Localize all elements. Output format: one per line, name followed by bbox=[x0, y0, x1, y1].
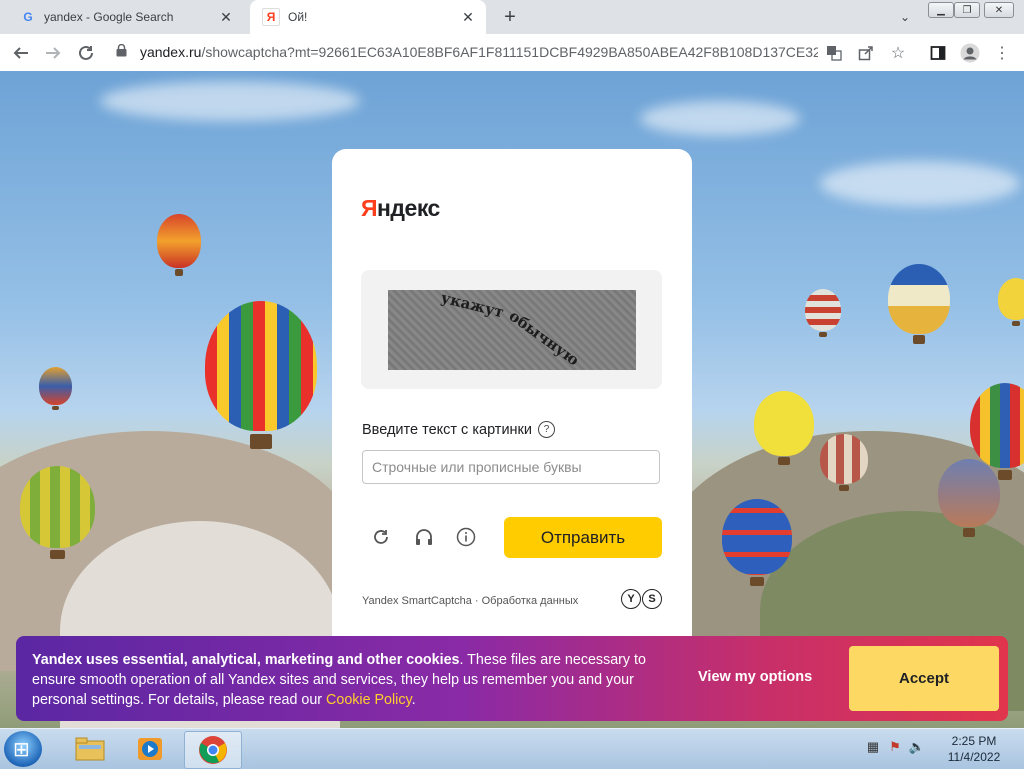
back-arrow-icon[interactable] bbox=[9, 41, 33, 65]
captcha-image-container: укажут обычную bbox=[361, 270, 662, 389]
captcha-word: обычную bbox=[506, 307, 583, 370]
browser-toolbar: yandex.ru/showcaptcha?mt=92661EC63A10E8B… bbox=[0, 34, 1024, 72]
clock-time: 2:25 PM bbox=[951, 734, 997, 748]
captcha-image: укажут обычную bbox=[388, 290, 636, 370]
yandex-favicon-icon: Я bbox=[262, 8, 280, 26]
hot-air-balloon bbox=[938, 459, 1000, 537]
tab-title: Ой! bbox=[288, 10, 308, 24]
hot-air-balloon bbox=[805, 289, 841, 337]
audio-captcha-headphones-icon[interactable] bbox=[412, 525, 436, 549]
tab-title: yandex - Google Search bbox=[44, 10, 174, 24]
tab-yandex-captcha[interactable]: Я Ой! ✕ bbox=[250, 0, 486, 34]
cloud-shape bbox=[820, 161, 1020, 206]
url-text: yandex.ru/showcaptcha?mt=92661EC63A10E8B… bbox=[139, 44, 818, 60]
captcha-prompt-label: Введите текст с картинки ? bbox=[362, 421, 555, 438]
share-icon[interactable] bbox=[854, 41, 878, 65]
close-tab-icon[interactable]: ✕ bbox=[218, 9, 234, 25]
tab-google-search[interactable]: G yandex - Google Search ✕ bbox=[8, 0, 244, 34]
submit-button[interactable]: Отправить bbox=[504, 517, 662, 558]
minimize-button[interactable]: ▁ bbox=[928, 2, 954, 18]
help-question-icon[interactable]: ? bbox=[538, 421, 555, 438]
menu-kebab-icon[interactable]: ⋮ bbox=[990, 41, 1014, 65]
bookmark-star-icon[interactable]: ☆ bbox=[886, 41, 910, 65]
translate-icon[interactable] bbox=[822, 41, 846, 65]
system-clock[interactable]: 2:25 PM 11/4/2022 bbox=[936, 733, 1012, 765]
captcha-prompt-text: Введите текст с картинки bbox=[362, 421, 532, 438]
hot-air-balloon bbox=[20, 466, 95, 560]
view-options-button[interactable]: View my options bbox=[698, 669, 812, 685]
cloud-shape bbox=[640, 101, 800, 136]
captcha-card: Яндекс укажут обычную Введите текст с ка… bbox=[332, 149, 692, 669]
hot-air-balloon bbox=[970, 383, 1024, 480]
windows-taskbar: ▦ ⚑ 🔈 2:25 PM 11/4/2022 bbox=[0, 728, 1024, 769]
new-tab-button[interactable]: + bbox=[498, 5, 522, 29]
yandex-circle-icon: Y bbox=[621, 589, 641, 609]
start-button[interactable] bbox=[4, 731, 42, 767]
chrome-taskbar-icon[interactable] bbox=[184, 731, 242, 769]
lock-icon[interactable] bbox=[116, 43, 130, 60]
system-tray: ▦ ⚑ 🔈 bbox=[862, 739, 928, 755]
yandex-logo: Яндекс bbox=[361, 195, 440, 221]
close-tab-icon[interactable]: ✕ bbox=[460, 9, 476, 25]
cookie-banner-text: Yandex uses essential, analytical, marke… bbox=[32, 652, 646, 708]
page-background: Яндекс укажут обычную Введите текст с ка… bbox=[0, 71, 1024, 728]
cloud-shape bbox=[100, 81, 360, 121]
tab-search-chevron-icon[interactable]: ⌄ bbox=[896, 8, 914, 26]
address-bar[interactable]: yandex.ru/showcaptcha?mt=92661EC63A10E8B… bbox=[108, 37, 818, 67]
reload-icon[interactable] bbox=[74, 41, 98, 65]
forward-arrow-icon[interactable] bbox=[41, 41, 65, 65]
file-explorer-taskbar-icon[interactable] bbox=[62, 731, 118, 767]
accept-cookies-button[interactable]: Accept bbox=[849, 646, 999, 711]
google-favicon-icon: G bbox=[23, 10, 33, 24]
restore-button[interactable]: ❐ bbox=[954, 2, 980, 18]
side-panel-icon[interactable] bbox=[926, 41, 950, 65]
hot-air-balloon bbox=[205, 301, 317, 450]
profile-avatar-icon[interactable] bbox=[958, 41, 982, 65]
network-icon[interactable]: ▦ bbox=[862, 739, 884, 755]
hot-air-balloon bbox=[722, 499, 792, 586]
media-player-taskbar-icon[interactable] bbox=[122, 731, 178, 767]
info-icon[interactable] bbox=[454, 525, 478, 549]
smartcaptcha-brand-icons: Y S bbox=[620, 589, 662, 609]
close-window-button[interactable]: ✕ bbox=[984, 2, 1014, 18]
captcha-answer-input[interactable] bbox=[362, 450, 660, 484]
cookie-consent-banner: Yandex uses essential, analytical, marke… bbox=[16, 636, 1008, 721]
hot-air-balloon bbox=[39, 367, 72, 411]
action-center-flag-icon[interactable]: ⚑ bbox=[884, 739, 906, 755]
cookie-policy-link[interactable]: Cookie Policy bbox=[326, 692, 412, 708]
tab-strip: G yandex - Google Search ✕ Я Ой! ✕ + ⌄ ▁… bbox=[0, 0, 1024, 34]
smartcaptcha-circle-icon: S bbox=[642, 589, 662, 609]
hot-air-balloon bbox=[157, 214, 201, 276]
refresh-captcha-icon[interactable] bbox=[369, 525, 393, 549]
hot-air-balloon bbox=[888, 264, 950, 344]
volume-icon[interactable]: 🔈 bbox=[906, 739, 928, 755]
hot-air-balloon bbox=[754, 391, 814, 466]
hot-air-balloon bbox=[820, 434, 868, 491]
captcha-footer-text[interactable]: Yandex SmartCaptcha · Обработка данных bbox=[362, 595, 578, 607]
hot-air-balloon bbox=[998, 278, 1024, 326]
captcha-word: укажут bbox=[439, 290, 506, 321]
clock-date: 11/4/2022 bbox=[947, 750, 1001, 764]
